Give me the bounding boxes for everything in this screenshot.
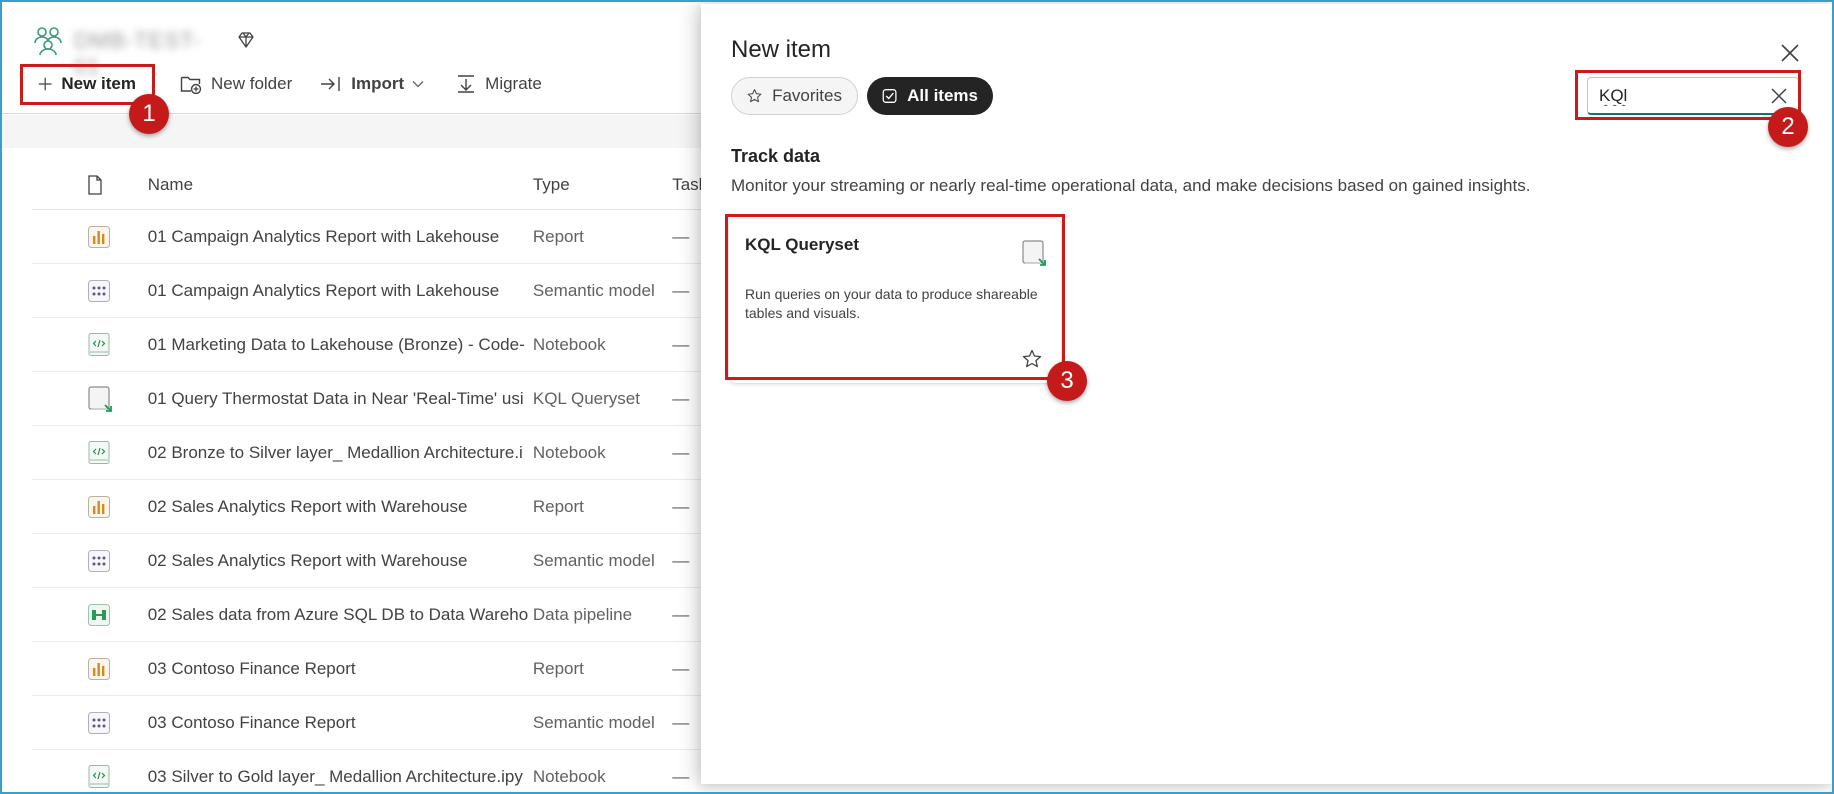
item-type: KQL Queryset (532, 388, 640, 408)
new-folder-button[interactable]: New folder (154, 64, 310, 104)
step-badge-3: 3 (1047, 361, 1087, 401)
item-type: Semantic model (532, 550, 655, 570)
table-header: Name Type Task (32, 160, 712, 210)
item-name[interactable]: 03 Contoso Finance Report (148, 659, 533, 679)
document-icon (88, 174, 102, 195)
item-name[interactable]: 01 Campaign Analytics Report with Lakeho… (148, 281, 533, 301)
table-row[interactable]: 03 Contoso Finance Report Semantic model — (32, 696, 712, 750)
semantic-model-icon (32, 549, 148, 573)
migrate-label: Migrate (485, 74, 542, 93)
close-icon[interactable] (1779, 42, 1801, 64)
new-item-label: New item (61, 74, 136, 93)
workspace-toolbar: New item New folder Import Migrate (20, 64, 560, 104)
favorite-star-icon[interactable] (1022, 349, 1042, 369)
table-row[interactable]: 02 Sales Analytics Report with Warehouse… (32, 480, 712, 534)
data-pipeline-icon (32, 603, 148, 627)
item-type: Report (532, 496, 584, 516)
all-items-filter[interactable]: All items (867, 77, 993, 115)
checkbox-icon (882, 89, 897, 103)
item-name[interactable]: 03 Silver to Gold layer_ Medallion Archi… (148, 767, 533, 787)
new-item-button[interactable]: New item (20, 64, 154, 105)
type-column-header[interactable]: Type (533, 175, 672, 195)
star-icon (747, 89, 762, 103)
table-body: 01 Campaign Analytics Report with Lakeho… (32, 210, 712, 792)
item-type: Data pipeline (532, 604, 633, 624)
table-row[interactable]: 01 Marketing Data to Lakehouse (Bronze) … (32, 318, 712, 372)
workspace-item-table: Name Type Task 01 Campaign Analytics Rep… (32, 160, 712, 792)
import-label: Import (351, 74, 405, 93)
item-name[interactable]: 02 Sales Analytics Report with Warehouse (148, 551, 533, 571)
premium-diamond-icon (238, 32, 254, 48)
notebook-icon (32, 440, 148, 466)
step-badge-2: 2 (1768, 107, 1808, 147)
item-type: Notebook (532, 334, 606, 354)
import-arrow-icon (321, 77, 340, 91)
section-description: Monitor your streaming or nearly real-ti… (731, 176, 1531, 195)
table-row[interactable]: 02 Sales data from Azure SQL DB to Data … (32, 588, 712, 642)
item-name[interactable]: 03 Contoso Finance Report (148, 713, 533, 733)
folder-add-icon (180, 76, 202, 94)
table-row[interactable]: 01 Campaign Analytics Report with Lakeho… (32, 264, 712, 318)
table-row[interactable]: 03 Silver to Gold layer_ Medallion Archi… (32, 750, 712, 792)
favorites-filter[interactable]: Favorites (731, 77, 858, 115)
item-type: Semantic model (532, 712, 655, 732)
semantic-model-icon (32, 711, 148, 735)
item-name[interactable]: 01 Marketing Data to Lakehouse (Bronze) … (148, 335, 533, 355)
item-type: Semantic model (532, 280, 655, 300)
plus-icon (38, 77, 52, 91)
item-type: Notebook (532, 442, 606, 462)
new-item-panel: New item Favorites All items Track data … (701, 4, 1832, 784)
panel-title: New item (731, 36, 832, 63)
new-folder-label: New folder (211, 74, 293, 93)
card-title: KQL Queryset (745, 235, 860, 254)
item-type: Notebook (532, 766, 606, 786)
report-icon (32, 495, 148, 519)
screenshot-frame: DMB-TEST-01 New item New folder Import M… (0, 0, 1834, 794)
table-row[interactable]: 01 Campaign Analytics Report with Lakeho… (32, 210, 712, 264)
table-row[interactable]: 02 Bronze to Silver layer_ Medallion Arc… (32, 426, 712, 480)
notebook-icon (32, 332, 148, 358)
table-row[interactable]: 03 Contoso Finance Report Report — (32, 642, 712, 696)
step-badge-1: 1 (129, 94, 169, 134)
item-type: Report (532, 226, 584, 246)
report-icon (32, 225, 148, 249)
table-row[interactable]: 02 Sales Analytics Report with Warehouse… (32, 534, 712, 588)
search-input[interactable] (1599, 85, 1749, 106)
migrate-button[interactable]: Migrate (442, 64, 560, 104)
workspace-people-icon (34, 27, 62, 56)
item-name[interactable]: 02 Sales Analytics Report with Warehouse (148, 497, 533, 517)
kql-queryset-icon (1022, 240, 1046, 266)
report-icon (32, 657, 148, 681)
favorites-label: Favorites (772, 86, 842, 105)
kql-queryset-card[interactable]: KQL Queryset Run queries on your data to… (729, 219, 1061, 383)
import-button[interactable]: Import (310, 64, 442, 104)
all-items-label: All items (907, 86, 978, 105)
file-type-column-header[interactable] (32, 174, 148, 195)
card-description: Run queries on your data to produce shar… (745, 286, 1038, 321)
workspace-name: DMB-TEST-01 (74, 28, 202, 79)
name-column-header[interactable]: Name (148, 175, 533, 195)
item-name[interactable]: 02 Sales data from Azure SQL DB to Data … (148, 605, 533, 625)
item-name[interactable]: 02 Bronze to Silver layer_ Medallion Arc… (148, 443, 533, 463)
section-title: Track data (731, 146, 821, 166)
item-name[interactable]: 01 Campaign Analytics Report with Lakeho… (148, 227, 533, 247)
semantic-model-icon (32, 279, 148, 303)
migrate-icon (458, 75, 475, 93)
item-type: Report (532, 658, 584, 678)
item-name[interactable]: 01 Query Thermostat Data in Near 'Real-T… (148, 389, 533, 409)
clear-search-icon[interactable] (1770, 87, 1788, 105)
search-box (1587, 77, 1799, 115)
chevron-down-icon (412, 81, 424, 88)
kql-queryset-icon (32, 385, 148, 413)
table-row[interactable]: 01 Query Thermostat Data in Near 'Real-T… (32, 372, 712, 426)
notebook-icon (32, 764, 148, 790)
